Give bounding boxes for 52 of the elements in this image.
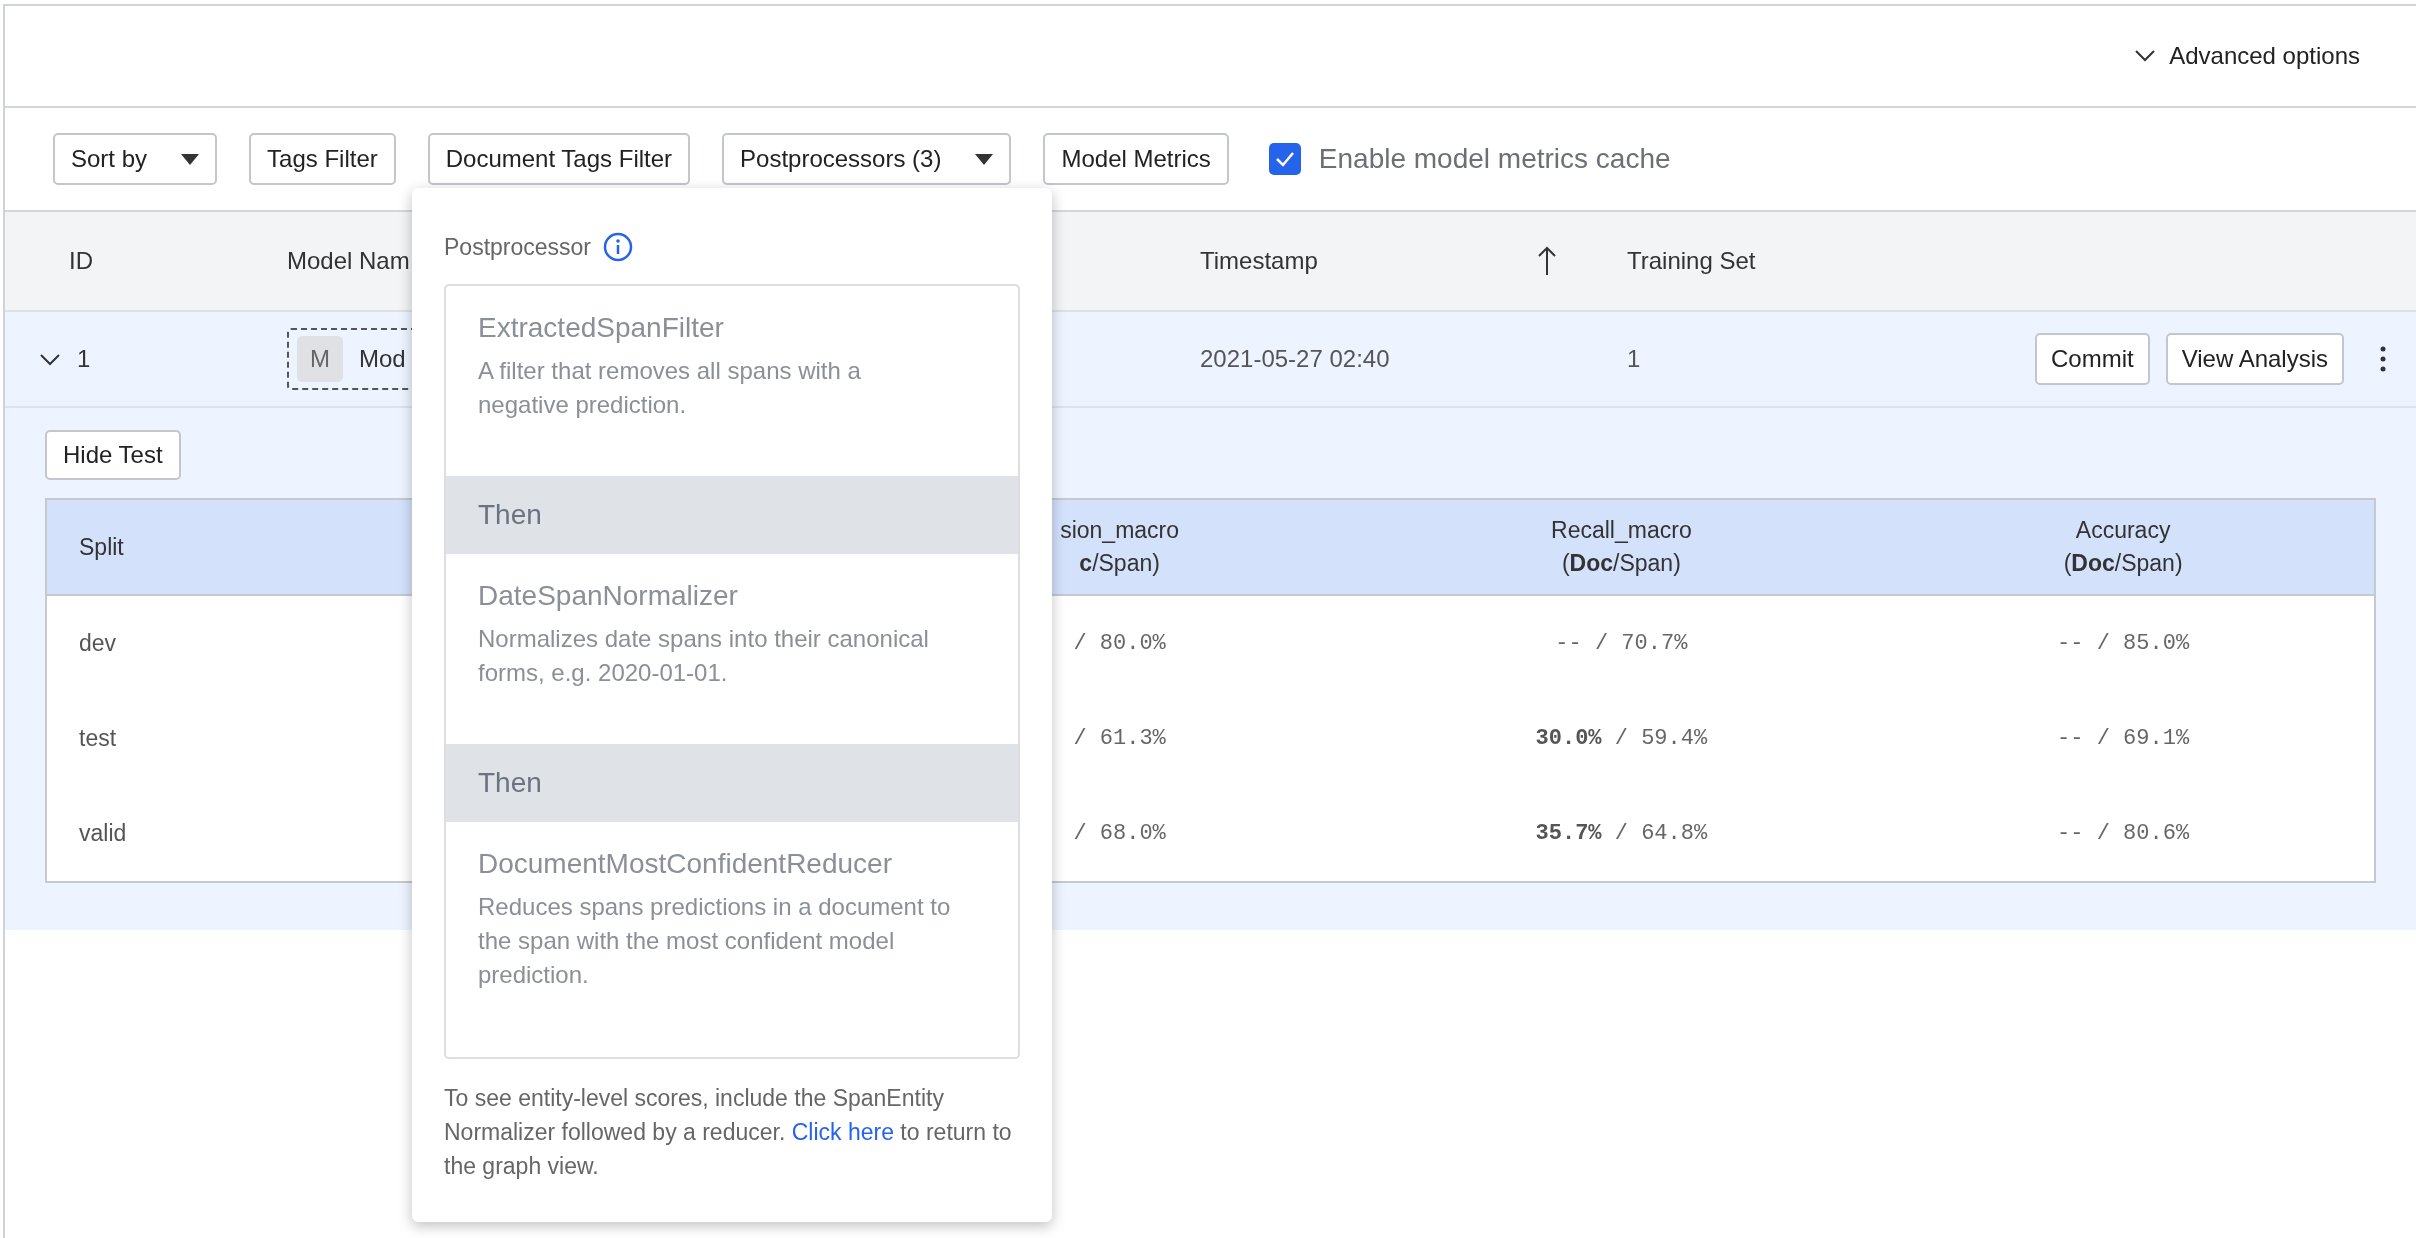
caret-icon [181, 153, 200, 165]
table-cell: -- / 70.7% [1555, 631, 1688, 656]
table-cell: 30.0% / 59.4% [1535, 726, 1708, 751]
more-options-icon[interactable] [2380, 346, 2386, 372]
checkbox-label: Enable model metrics cache [1318, 143, 1671, 175]
postprocessor-name: DateSpanNormalizer [478, 580, 739, 612]
column-header: Accuracy (Doc/Span) [2063, 515, 2183, 578]
avatar: M [297, 336, 343, 382]
table-cell: / 68.0% [1073, 821, 1166, 846]
table-cell: -- / 80.6% [2057, 821, 2190, 846]
advanced-options-toggle[interactable]: Advanced options [2135, 42, 2360, 70]
hide-test-button[interactable]: Hide Test [45, 430, 181, 480]
checkbox[interactable] [1268, 143, 1301, 175]
column-header: sion_macro c/Span) [1060, 515, 1180, 578]
chevron-down-icon [2135, 50, 2156, 62]
filter-button[interactable]: Tags Filter [249, 133, 396, 185]
column-header: Model Nam [287, 247, 410, 275]
column-header: Recall_macro (Doc/Span) [1551, 515, 1692, 578]
action-button[interactable]: Commit [2035, 333, 2150, 385]
postprocessor-name: DocumentMostConfidentReducer [478, 848, 893, 880]
checkmark-icon [1274, 151, 1295, 167]
sort-arrow-up-icon[interactable] [1537, 246, 1557, 276]
table-cell-text: valid [78, 820, 127, 847]
filter-button[interactable]: Model Metrics [1043, 133, 1229, 185]
table-cell: 2021-05-27 02:40 [1200, 345, 1390, 373]
popover-title: Postprocessor [444, 233, 591, 261]
action-button[interactable]: View Analysis [2165, 333, 2344, 385]
column-header: Split [78, 533, 124, 561]
table-cell: / 61.3% [1073, 726, 1166, 751]
column-header: Training Set [1627, 247, 1756, 275]
filter-button[interactable]: Document Tags Filter [427, 133, 691, 185]
column-header: ID [68, 247, 93, 275]
dropdown-button[interactable]: Postprocessors (3) [722, 133, 1012, 185]
table-cell-text: test [78, 725, 117, 752]
postprocessor-description: Normalizes date spans into their canonical forms, e.g. 2020-01-01. [478, 624, 930, 688]
postprocessor-name: ExtractedSpanFilter [478, 312, 725, 344]
column-header: Timestamp [1200, 247, 1318, 275]
click-here-link[interactable]: Click here [791, 1119, 894, 1145]
table-cell: 35.7% / 64.8% [1535, 821, 1708, 846]
table-cell: 1 [1627, 345, 1641, 373]
table-cell: / 80.0% [1073, 631, 1166, 656]
dropdown-button[interactable]: Sort by [53, 133, 218, 185]
table-cell: -- / 69.1% [2057, 726, 2190, 751]
info-icon[interactable] [603, 232, 633, 262]
postprocessor-description: Reduces spans predictions in a document to the span with the most confident model prediction. [478, 892, 952, 990]
table-cell: -- / 85.0% [2057, 631, 2190, 656]
table-cell-text: dev [78, 630, 117, 657]
model-name: Mod [359, 345, 406, 373]
help-text: To see entity-level scores, include the SpanEntity Normalizer followed by a reducer. Click here to return to the graph view. [444, 1084, 1013, 1181]
table-cell: 1 [77, 345, 91, 373]
caret-icon [975, 153, 994, 165]
postprocessor-description: A filter that removes all spans with a negative prediction. [478, 356, 862, 420]
